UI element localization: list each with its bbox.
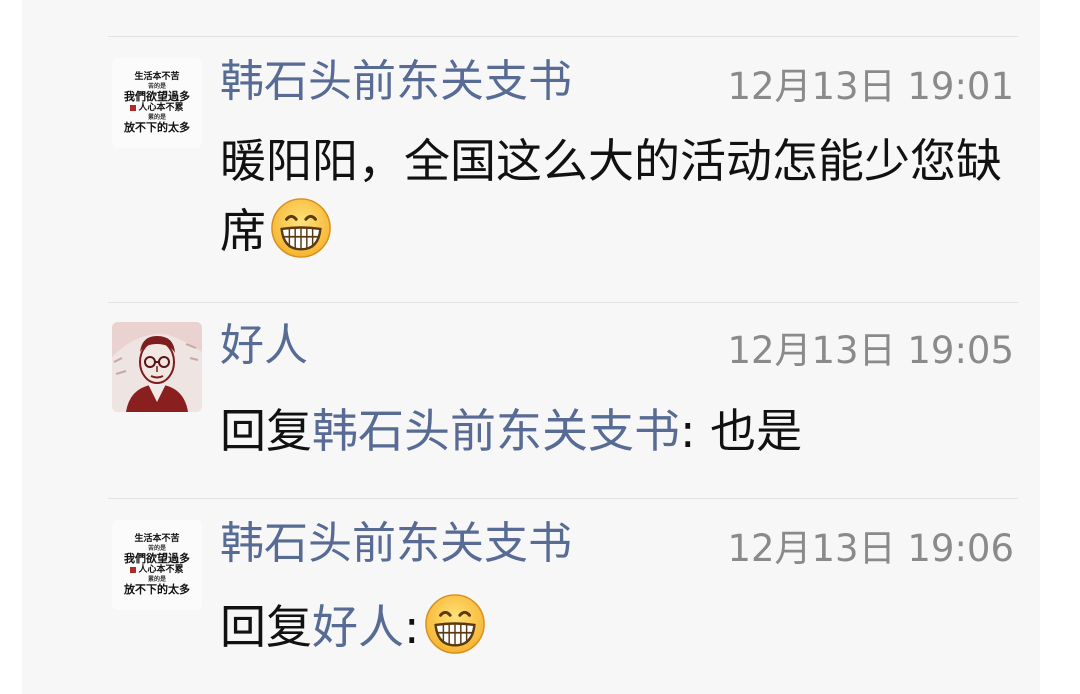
grinning-face-icon — [270, 197, 332, 259]
seal-stamp — [130, 104, 137, 111]
portrait-avatar[interactable] — [112, 322, 202, 412]
reply-to-link[interactable]: 韩石头前东关支书 — [312, 404, 680, 458]
seal-stamp — [130, 566, 137, 573]
divider — [108, 36, 1018, 37]
divider — [108, 302, 1018, 303]
calligraphy-avatar[interactable]: 生活本不苦 苦的是 我們欲望過多 人心本不累 累的是 放不下的太多 — [112, 58, 202, 148]
comment-text: 回复韩石头前东关支书: 也是 — [220, 404, 803, 458]
comment-text: 回复好人: — [220, 592, 1020, 662]
grinning-face-icon — [424, 593, 486, 655]
comment-author[interactable]: 韩石头前东关支书 — [220, 516, 572, 572]
comment-time: 12月13日 19:06 — [727, 527, 1014, 570]
calligraphy-avatar[interactable]: 生活本不苦 苦的是 我們欲望過多 人心本不累 累的是 放不下的太多 — [112, 520, 202, 610]
divider — [108, 498, 1018, 499]
comment-text: 暖阳阳，全国这么大的活动怎能少您缺席 — [220, 134, 1002, 259]
reply-to-link[interactable]: 好人 — [312, 600, 404, 654]
comment-time: 12月13日 19:01 — [727, 65, 1014, 108]
comment-author[interactable]: 韩石头前东关支书 — [220, 54, 572, 110]
comment-time: 12月13日 19:05 — [727, 329, 1014, 372]
comment-author[interactable]: 好人 — [220, 318, 308, 374]
